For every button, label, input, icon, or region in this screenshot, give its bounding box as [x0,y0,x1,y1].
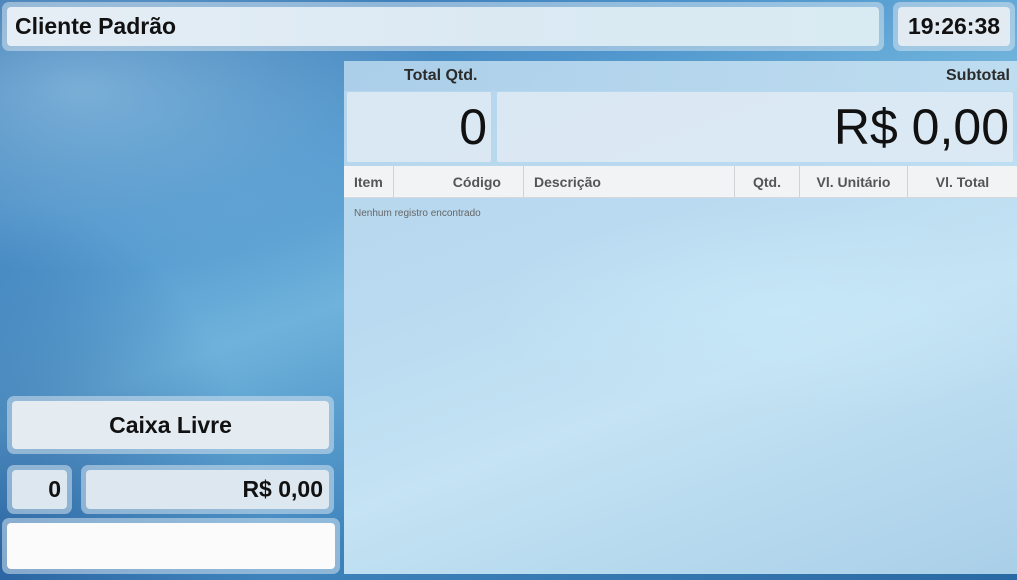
client-name: Cliente Padrão [7,7,879,46]
register-status: Caixa Livre [12,401,329,449]
items-grid-header: Item Código Descrição Qtd. Vl. Unitário … [344,166,1017,198]
column-header-vl-unitario[interactable]: Vl. Unitário [800,166,908,197]
amount-panel: R$ 0,00 [81,465,334,514]
item-count: 0 [12,470,67,509]
subtotal-label: Subtotal [946,67,1010,84]
column-header-qtd[interactable]: Qtd. [735,166,800,197]
column-header-item[interactable]: Item [344,166,394,197]
empty-grid-message: Nenhum registro encontrado [354,208,481,219]
total-qtd-label: Total Qtd. [404,67,478,84]
clock: 19:26:38 [898,7,1010,46]
column-header-vl-total[interactable]: Vl. Total [908,166,1017,197]
client-panel: Cliente Padrão [2,2,884,51]
column-header-descricao[interactable]: Descrição [524,166,735,197]
count-panel: 0 [7,465,72,514]
clock-panel: 19:26:38 [893,2,1015,51]
subtotal-value: R$ 0,00 [497,92,1013,162]
column-header-codigo[interactable]: Código [394,166,524,197]
totals-header: Total Qtd. Subtotal [344,61,1017,91]
total-qtd-value: 0 [347,92,491,162]
input-panel [2,518,340,574]
status-panel: Caixa Livre [7,396,334,454]
product-code-input[interactable] [7,523,335,569]
sale-area: Total Qtd. Subtotal 0 R$ 0,00 Item Códig… [344,61,1017,574]
amount-value: R$ 0,00 [86,470,329,509]
